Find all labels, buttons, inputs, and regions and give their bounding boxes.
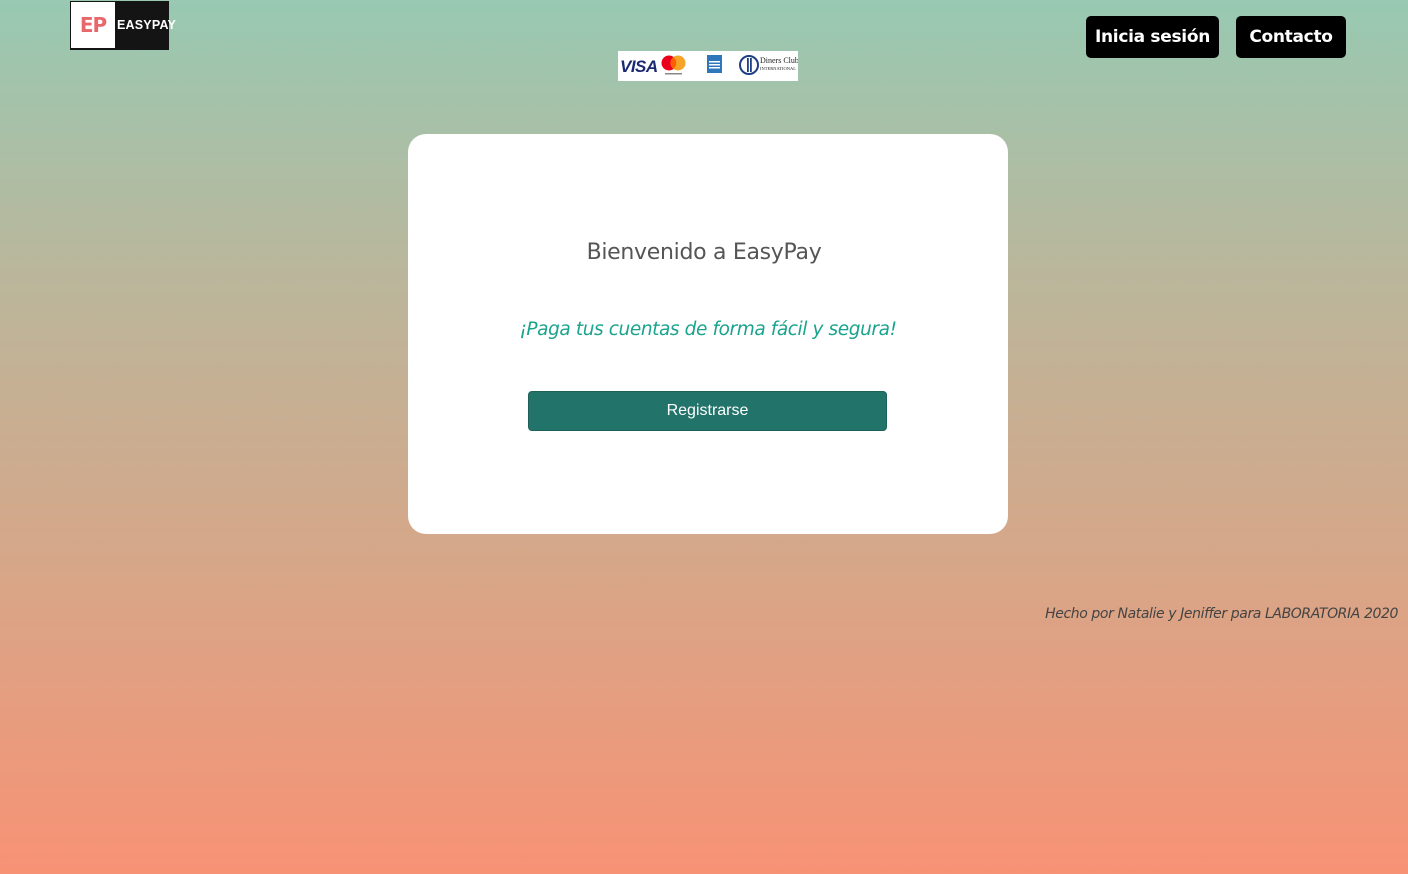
register-button[interactable]: Registrarse [528,391,887,431]
contact-button[interactable]: Contacto [1236,16,1346,58]
amex-icon [707,55,722,73]
welcome-title: Bienvenido a EasyPay [586,240,822,265]
mastercard-icon [661,55,686,75]
logo-wordmark: EASYPAY [117,18,177,32]
visa-wordmark: VISA [620,57,658,76]
easypay-logo[interactable]: EP EASYPAY [70,1,177,50]
login-button[interactable]: Inicia sesión [1086,16,1219,58]
svg-text:INTERNATIONAL: INTERNATIONAL [760,66,796,71]
card-brands-strip: VISA Diners Club INTERNATIONAL [618,51,798,81]
logo-mark: EP [71,2,115,48]
visa-icon: VISA [620,57,658,76]
footer-credit: Hecho por Natalie y Jeniffer para LABORA… [1045,606,1398,622]
svg-text:Diners Club: Diners Club [760,56,798,65]
diners-club-icon: Diners Club INTERNATIONAL [739,55,798,75]
welcome-subtitle: ¡Paga tus cuentas de forma fácil y segur… [519,319,897,340]
